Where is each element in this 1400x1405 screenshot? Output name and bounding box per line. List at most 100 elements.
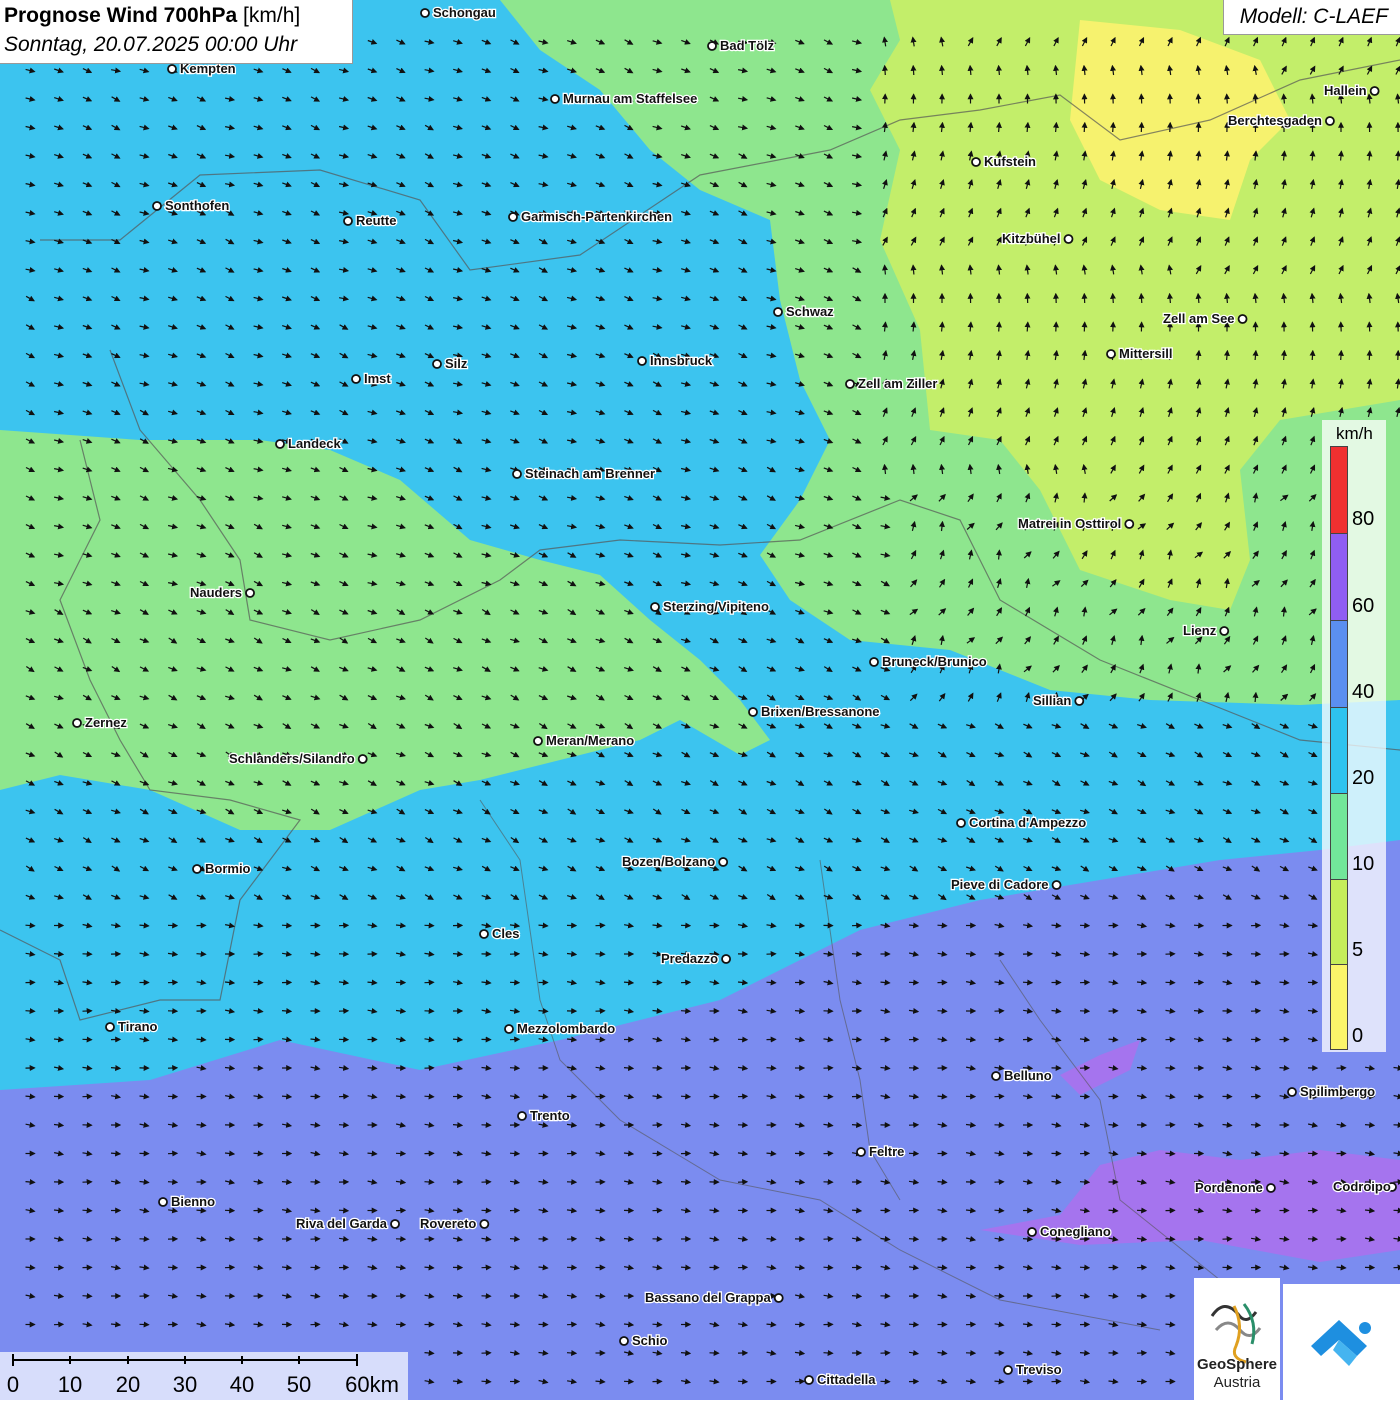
- wind-arrow: [970, 323, 971, 332]
- city-marker[interactable]: Zell am See: [1163, 311, 1247, 326]
- city-marker[interactable]: Matrei in Osttirol: [1018, 516, 1133, 531]
- wind-arrow: [942, 323, 943, 332]
- scale-label-50: 50: [287, 1372, 311, 1398]
- city-dot: [518, 1112, 526, 1120]
- city-label: Brixen/Bressanone: [761, 704, 880, 719]
- wind-arrow: [942, 66, 943, 75]
- city-dot: [421, 9, 429, 17]
- city-marker[interactable]: Sonthofen: [153, 198, 229, 213]
- wind-arrow: [26, 925, 35, 926]
- city-label: Bad Tölz: [720, 38, 775, 53]
- wind-arrow: [1109, 1039, 1118, 1040]
- city-marker[interactable]: Schlanders/Silandro: [229, 751, 367, 766]
- city-marker[interactable]: Conegliano: [1028, 1224, 1111, 1239]
- city-label: Murnau am Staffelsee: [563, 91, 697, 106]
- legend-swatch-60: [1330, 533, 1348, 621]
- city-label: Riva del Garda: [296, 1216, 388, 1231]
- legend-label-0: 0: [1352, 1025, 1363, 1048]
- wind-arrow: [1166, 1324, 1175, 1325]
- city-marker[interactable]: Garmisch-Partenkirchen: [509, 209, 672, 224]
- geosphere-logo[interactable]: GeoSphere Austria: [1194, 1278, 1280, 1400]
- city-marker[interactable]: Innsbruck: [638, 353, 713, 368]
- city-label: Mezzolombardo: [517, 1021, 615, 1036]
- city-marker[interactable]: Bassano del Grappa: [645, 1290, 783, 1305]
- wind-arrow: [197, 1039, 206, 1040]
- city-label: Bormio: [205, 861, 251, 876]
- wind-arrow: [681, 1011, 690, 1012]
- wind-arrow: [26, 1182, 35, 1183]
- wind-arrow: [1080, 1182, 1089, 1183]
- wind-arrow: [596, 1125, 605, 1126]
- city-label: Schio: [632, 1333, 667, 1348]
- city-marker[interactable]: Meran/Merano: [534, 733, 634, 748]
- city-marker[interactable]: Bruneck/Brunico: [870, 654, 987, 669]
- wind-arrow: [1141, 294, 1142, 303]
- city-marker[interactable]: Berchtesgaden: [1228, 113, 1334, 128]
- city-marker[interactable]: Codroipo: [1333, 1179, 1396, 1194]
- wind-arrow: [1052, 925, 1061, 926]
- wind-arrow: [1398, 152, 1399, 161]
- legend-swatch-80: [1330, 446, 1348, 534]
- city-dot: [775, 1294, 783, 1302]
- forecast-time: Sonntag, 20.07.2025 00:00 Uhr: [4, 33, 297, 57]
- wind-arrow: [510, 1153, 519, 1154]
- city-marker[interactable]: Pieve di Cadore: [951, 877, 1061, 892]
- wind-arrow: [767, 1239, 776, 1240]
- city-label: Spilimbergo: [1300, 1084, 1375, 1099]
- city-dot: [193, 865, 201, 873]
- city-marker[interactable]: Mezzolombardo: [505, 1021, 615, 1036]
- wind-arrow: [767, 1068, 776, 1069]
- wind-arrow: [339, 1210, 348, 1211]
- city-marker[interactable]: Spilimbergo: [1288, 1084, 1375, 1099]
- wind-arrow: [681, 1267, 690, 1268]
- wind-arrow: [1023, 1239, 1032, 1240]
- wind-arrow: [339, 1296, 348, 1297]
- wind-arrow: [425, 1096, 434, 1097]
- wind-arrow: [282, 1182, 291, 1183]
- wind-arrow: [282, 1011, 291, 1012]
- wind-arrow: [1255, 95, 1256, 104]
- wind-arrow: [852, 1125, 861, 1126]
- city-marker[interactable]: Sterzing/Vipiteno: [651, 599, 769, 614]
- wind-arrow: [1312, 95, 1313, 104]
- wind-arrow: [453, 1039, 462, 1040]
- wind-arrow: [913, 323, 914, 332]
- wind-arrow: [254, 1324, 263, 1325]
- wind-arrow: [852, 1210, 861, 1211]
- wind-arrow: [852, 1039, 861, 1040]
- app-logo[interactable]: [1283, 1284, 1400, 1400]
- city-marker[interactable]: Murnau am Staffelsee: [551, 91, 697, 106]
- city-marker[interactable]: Bozen/Bolzano: [622, 854, 727, 869]
- city-marker[interactable]: Zell am Ziller: [846, 376, 937, 391]
- wind-arrow: [482, 1381, 491, 1382]
- city-dot: [1053, 881, 1061, 889]
- wind-arrow: [1341, 351, 1342, 360]
- city-label: Bruneck/Brunico: [882, 654, 987, 669]
- scale-label-30: 30: [173, 1372, 197, 1398]
- wind-arrow: [681, 1096, 690, 1097]
- city-dot: [972, 158, 980, 166]
- city-marker[interactable]: Riva del Garda: [296, 1216, 399, 1231]
- wind-arrow: [1109, 954, 1118, 955]
- city-marker[interactable]: Brixen/Bressanone: [749, 704, 880, 719]
- city-marker[interactable]: Schongau: [421, 5, 496, 20]
- city-dot: [722, 955, 730, 963]
- wind-arrow: [624, 1068, 633, 1069]
- city-dot: [1107, 350, 1115, 358]
- wind-arrow: [596, 1210, 605, 1211]
- wind-arrow: [1227, 95, 1228, 104]
- wind-map[interactable]: SchongauBad TölzKemptenMurnau am Staffel…: [0, 0, 1400, 1400]
- city-marker[interactable]: Cortina d'Ampezzo: [957, 815, 1086, 830]
- wind-arrow: [938, 925, 947, 926]
- city-dot: [551, 95, 559, 103]
- city-label: Sterzing/Vipiteno: [663, 599, 769, 614]
- city-label: Belluno: [1004, 1068, 1052, 1083]
- city-marker[interactable]: Steinach am Brenner: [513, 466, 655, 481]
- city-label: Pordenone: [1195, 1180, 1263, 1195]
- wind-arrow: [938, 1267, 947, 1268]
- wind-arrow: [966, 954, 975, 955]
- city-label: Schongau: [433, 5, 496, 20]
- wind-arrow: [653, 1324, 662, 1325]
- city-label: Bassano del Grappa: [645, 1290, 771, 1305]
- city-label: Treviso: [1016, 1362, 1062, 1377]
